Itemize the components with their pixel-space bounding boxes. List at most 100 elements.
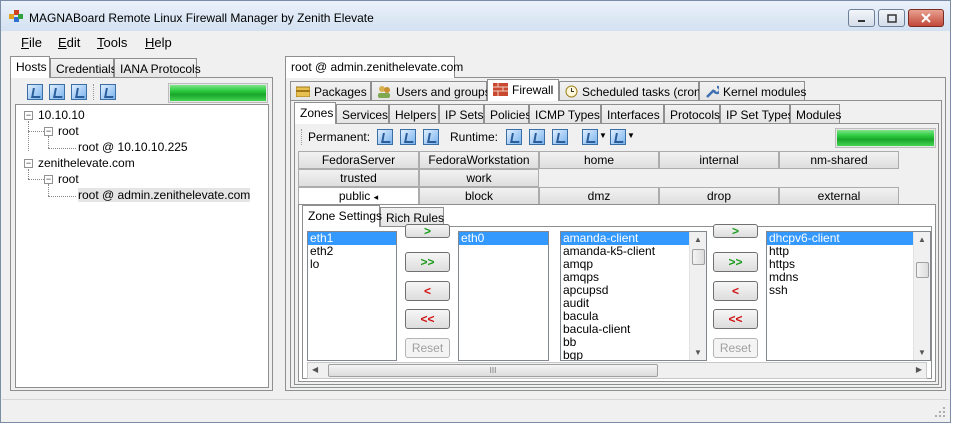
chevron-down-icon[interactable]: ▼ — [599, 131, 607, 140]
close-button[interactable] — [908, 9, 944, 27]
menu-edit[interactable]: Edit — [58, 35, 80, 50]
zone-drop[interactable]: drop — [659, 187, 779, 205]
add-all-services-button[interactable]: >> — [713, 252, 758, 272]
tree-node-user[interactable]: root — [58, 124, 79, 138]
list-item[interactable]: ssh — [767, 284, 930, 297]
list-item[interactable]: bacula-client — [561, 323, 706, 336]
zone-dmz[interactable]: dmz — [539, 187, 659, 205]
tree-expander[interactable]: − — [24, 111, 33, 120]
permanent-remove-icon[interactable] — [423, 129, 439, 145]
remove-host-icon[interactable] — [71, 84, 87, 100]
reset-interfaces-button[interactable]: Reset — [405, 338, 450, 358]
list-item[interactable]: bgp — [561, 349, 706, 361]
zone-block[interactable]: block — [419, 187, 539, 205]
tab-host-session[interactable]: root @ admin.zenithelevate.com — [285, 56, 463, 78]
tree-node-host-selected[interactable]: root @ admin.zenithelevate.com — [78, 188, 251, 202]
services-assigned-list[interactable]: dhcpv6-client http https mdns ssh ▲ ▼ — [766, 231, 931, 361]
minimize-button[interactable] — [848, 9, 875, 27]
scroll-left-icon[interactable]: ◀ — [312, 365, 318, 374]
tab-ip-sets[interactable]: IP Sets — [439, 104, 484, 124]
tab-users-groups[interactable]: Users and groups — [371, 81, 491, 101]
menu-file[interactable]: File — [21, 35, 42, 50]
zone-fedoraserver[interactable]: FedoraServer — [298, 151, 419, 169]
connect-icon[interactable] — [100, 84, 116, 100]
menu-tools[interactable]: Tools — [97, 35, 127, 50]
scroll-thumb[interactable] — [692, 249, 705, 265]
zone-work[interactable]: work — [419, 169, 539, 187]
tree-connector — [48, 196, 76, 197]
remove-all-services-button[interactable]: << — [713, 309, 758, 329]
tab-hosts[interactable]: Hosts — [10, 56, 50, 78]
tree-node-host[interactable]: root @ 10.10.10.225 — [78, 140, 188, 154]
add-all-interfaces-button[interactable]: >> — [405, 252, 450, 272]
tab-scheduled-tasks[interactable]: Scheduled tasks (cron) — [559, 81, 705, 101]
zone-fedoraworkstation[interactable]: FedoraWorkstation — [419, 151, 539, 169]
tree-expander[interactable]: − — [44, 127, 53, 136]
tree-expander[interactable]: − — [24, 159, 33, 168]
tree-expander[interactable]: − — [44, 175, 53, 184]
add-host-icon[interactable] — [27, 84, 43, 100]
tab-zones[interactable]: Zones — [294, 102, 336, 124]
host-list-icon[interactable] — [49, 84, 65, 100]
zone-settings-hscrollbar[interactable]: ◀ III ▶ — [307, 362, 927, 379]
zone-trusted[interactable]: trusted — [298, 169, 419, 187]
services-available-list[interactable]: amanda-client amanda-k5-client amqp amqp… — [560, 231, 707, 361]
tab-policies[interactable]: Policies — [484, 104, 531, 124]
list-item[interactable]: eth2 — [308, 245, 396, 258]
runtime-options-icon[interactable] — [582, 129, 598, 145]
runtime-more-icon[interactable] — [610, 129, 626, 145]
zone-home[interactable]: home — [539, 151, 659, 169]
scroll-up-icon[interactable]: ▲ — [694, 235, 702, 244]
runtime-remove-icon[interactable] — [552, 129, 568, 145]
list-item[interactable]: lo — [308, 258, 396, 271]
list-item[interactable]: mdns — [767, 271, 930, 284]
tab-interfaces[interactable]: Interfaces — [601, 104, 664, 124]
tab-firewall[interactable]: Firewall — [487, 79, 559, 101]
zone-external[interactable]: external — [779, 187, 899, 205]
tab-services[interactable]: Services — [336, 104, 389, 124]
hscroll-thumb[interactable]: III — [328, 364, 658, 377]
services-assigned-scrollbar[interactable]: ▲ ▼ — [913, 232, 930, 360]
services-available-scrollbar[interactable]: ▲ ▼ — [689, 232, 706, 360]
tab-modules[interactable]: Modules — [790, 104, 841, 124]
resize-grip-icon[interactable] — [934, 406, 946, 418]
add-interface-button[interactable]: > — [405, 224, 450, 238]
scroll-right-icon[interactable]: ▶ — [916, 365, 922, 374]
interfaces-available-list[interactable]: eth1 eth2 lo — [307, 231, 397, 361]
tab-iana-protocols[interactable]: IANA Protocols — [114, 58, 201, 78]
tab-helpers[interactable]: Helpers — [389, 104, 439, 124]
zone-internal[interactable]: internal — [659, 151, 779, 169]
tab-icmp-types[interactable]: ICMP Types — [529, 104, 601, 124]
menu-help[interactable]: Help — [145, 35, 172, 50]
scroll-thumb[interactable] — [916, 262, 929, 278]
zone-public[interactable]: public ◂ — [298, 187, 419, 205]
tab-protocols[interactable]: Protocols — [664, 104, 720, 124]
remove-interface-button[interactable]: < — [405, 281, 450, 301]
permanent-add-icon[interactable] — [400, 129, 416, 145]
tab-packages[interactable]: Packages — [290, 81, 371, 101]
scroll-down-icon[interactable]: ▼ — [694, 348, 702, 357]
scroll-down-icon[interactable]: ▼ — [918, 348, 926, 357]
scroll-up-icon[interactable]: ▲ — [918, 235, 926, 244]
interfaces-assigned-list[interactable]: eth0 — [458, 231, 549, 361]
tree-node-user[interactable]: root — [58, 172, 79, 186]
runtime-reload-icon[interactable] — [506, 129, 522, 145]
tab-zone-settings[interactable]: Zone Settings — [302, 205, 382, 227]
permanent-reload-icon[interactable] — [377, 129, 393, 145]
remove-service-button[interactable]: < — [713, 281, 758, 301]
tree-node-group[interactable]: 10.10.10 — [38, 108, 85, 122]
maximize-button[interactable] — [878, 9, 905, 27]
add-service-button[interactable]: > — [713, 224, 758, 238]
tab-ip-set-types[interactable]: IP Set Types — [720, 104, 794, 124]
runtime-add-icon[interactable] — [529, 129, 545, 145]
chevron-down-icon[interactable]: ▼ — [627, 131, 635, 140]
tree-node-group[interactable]: zenithelevate.com — [38, 156, 135, 170]
reset-services-button[interactable]: Reset — [713, 338, 758, 358]
users-icon — [378, 86, 390, 98]
tab-credentials[interactable]: Credentials — [50, 58, 117, 78]
list-item[interactable]: eth0 — [459, 232, 548, 245]
remove-all-interfaces-button[interactable]: << — [405, 309, 450, 329]
tab-kernel-modules[interactable]: Kernel modules — [699, 81, 806, 101]
zone-nm-shared[interactable]: nm-shared — [779, 151, 899, 169]
hosts-tree[interactable]: − 10.10.10 − root root @ 10.10.10.225 − … — [15, 104, 269, 388]
